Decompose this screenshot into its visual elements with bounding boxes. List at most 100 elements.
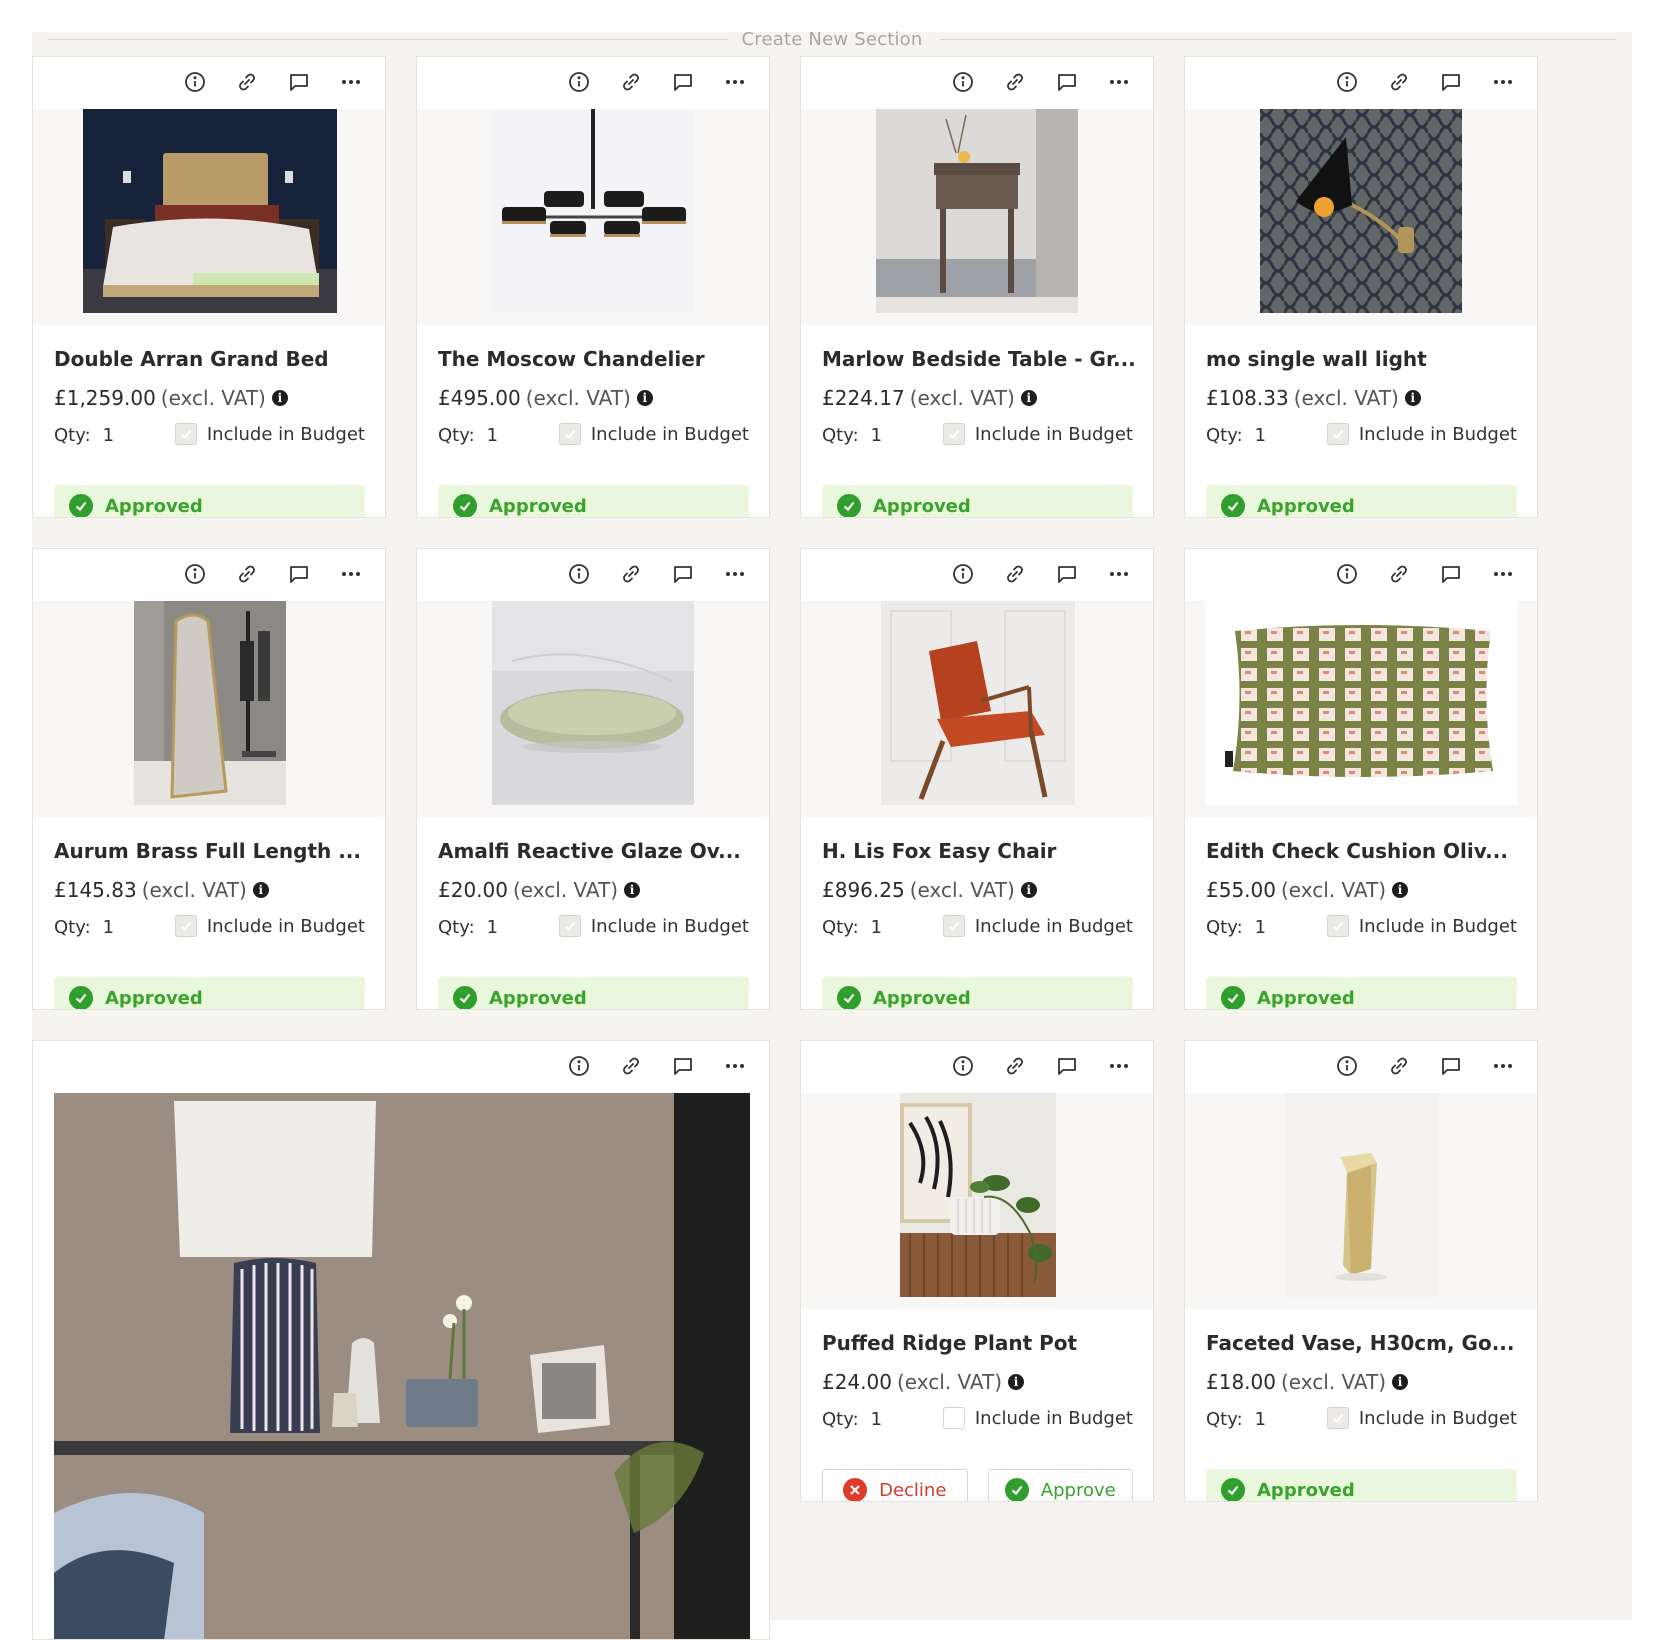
product-image-cushion[interactable]: [1185, 601, 1537, 817]
include-in-budget-checkbox[interactable]: [942, 423, 965, 445]
product-title[interactable]: Double Arran Grand Bed: [54, 347, 329, 371]
include-in-budget-checkbox[interactable]: [1326, 423, 1349, 445]
product-title[interactable]: Marlow Bedside Table - Gr...: [822, 347, 1136, 371]
info-icon[interactable]: [947, 66, 979, 98]
more-icon[interactable]: [719, 66, 751, 98]
product-image-plant-pot[interactable]: [801, 1093, 1153, 1309]
vat-info-icon[interactable]: i: [1008, 1374, 1025, 1390]
info-icon[interactable]: [1331, 558, 1363, 590]
approve-button[interactable]: Approve: [987, 1469, 1133, 1501]
product-title[interactable]: The Moscow Chandelier: [438, 347, 705, 371]
product-image-chair[interactable]: [801, 601, 1153, 817]
product-card[interactable]: Marlow Bedside Table - Gr... £224.17 (exc…: [800, 56, 1154, 518]
product-image-wall-light[interactable]: [1185, 109, 1537, 325]
link-icon[interactable]: [999, 66, 1031, 98]
comment-icon[interactable]: [1051, 1050, 1083, 1082]
include-in-budget-checkbox[interactable]: [1326, 1407, 1349, 1429]
vat-info-icon[interactable]: i: [1392, 1374, 1409, 1390]
vat-info-icon[interactable]: i: [252, 882, 269, 898]
comment-icon[interactable]: [667, 558, 699, 590]
product-image-bed[interactable]: [33, 109, 385, 325]
more-icon[interactable]: [1487, 1050, 1519, 1082]
product-card[interactable]: The Moscow Chandelier £495.00 (excl. VAT)…: [416, 56, 770, 518]
info-icon[interactable]: [179, 558, 211, 590]
link-icon[interactable]: [615, 1050, 647, 1082]
info-icon[interactable]: [179, 66, 211, 98]
link-icon[interactable]: [1383, 1050, 1415, 1082]
include-in-budget-checkbox[interactable]: [558, 915, 581, 937]
link-icon[interactable]: [231, 558, 263, 590]
comment-icon[interactable]: [1435, 558, 1467, 590]
qty-value[interactable]: 1: [487, 917, 498, 938]
include-in-budget[interactable]: Include in Budget: [942, 1407, 1133, 1429]
qty-value[interactable]: 1: [1255, 425, 1266, 446]
link-icon[interactable]: [1383, 558, 1415, 590]
product-card[interactable]: mo single wall light £108.33 (excl. VAT) i…: [1184, 56, 1538, 518]
image-card[interactable]: [32, 1040, 770, 1640]
include-in-budget[interactable]: Include in Budget: [558, 423, 749, 445]
product-card[interactable]: H. Lis Fox Easy Chair £896.25 (excl. VAT)…: [800, 548, 1154, 1010]
comment-icon[interactable]: [1051, 66, 1083, 98]
product-image-mirror[interactable]: [33, 601, 385, 817]
vat-info-icon[interactable]: i: [624, 882, 641, 898]
product-title[interactable]: Amalfi Reactive Glaze Ov...: [438, 839, 741, 863]
link-icon[interactable]: [615, 558, 647, 590]
include-in-budget[interactable]: Include in Budget: [1326, 1407, 1517, 1429]
qty-value[interactable]: 1: [487, 425, 498, 446]
qty-value[interactable]: 1: [103, 917, 114, 938]
vat-info-icon[interactable]: i: [1020, 390, 1037, 406]
more-icon[interactable]: [1487, 66, 1519, 98]
link-icon[interactable]: [999, 558, 1031, 590]
product-card[interactable]: Double Arran Grand Bed £1,259.00 (excl. V…: [32, 56, 386, 518]
comment-icon[interactable]: [283, 66, 315, 98]
include-in-budget[interactable]: Include in Budget: [174, 423, 365, 445]
qty-value[interactable]: 1: [103, 425, 114, 446]
link-icon[interactable]: [999, 1050, 1031, 1082]
more-icon[interactable]: [719, 1050, 751, 1082]
decline-button[interactable]: Decline: [822, 1469, 968, 1501]
comment-icon[interactable]: [283, 558, 315, 590]
include-in-budget-checkbox[interactable]: [558, 423, 581, 445]
product-title[interactable]: Puffed Ridge Plant Pot: [822, 1331, 1077, 1355]
product-title[interactable]: Faceted Vase, H30cm, Go...: [1206, 1331, 1515, 1355]
qty-value[interactable]: 1: [871, 1409, 882, 1430]
include-in-budget-checkbox[interactable]: [174, 915, 197, 937]
link-icon[interactable]: [1383, 66, 1415, 98]
product-title[interactable]: Aurum Brass Full Length ...: [54, 839, 361, 863]
info-icon[interactable]: [1331, 1050, 1363, 1082]
product-card[interactable]: Amalfi Reactive Glaze Ov... £20.00 (excl.…: [416, 548, 770, 1010]
qty-value[interactable]: 1: [1255, 1409, 1266, 1430]
include-in-budget[interactable]: Include in Budget: [942, 423, 1133, 445]
product-image-vase[interactable]: [1185, 1093, 1537, 1309]
more-icon[interactable]: [335, 558, 367, 590]
create-new-section[interactable]: Create New Section: [32, 29, 1632, 56]
comment-icon[interactable]: [667, 66, 699, 98]
info-icon[interactable]: [563, 1050, 595, 1082]
product-card[interactable]: Puffed Ridge Plant Pot £24.00 (excl. VAT)…: [800, 1040, 1154, 1502]
more-icon[interactable]: [1103, 66, 1135, 98]
link-icon[interactable]: [231, 66, 263, 98]
comment-icon[interactable]: [1435, 66, 1467, 98]
more-icon[interactable]: [719, 558, 751, 590]
product-title[interactable]: H. Lis Fox Easy Chair: [822, 839, 1056, 863]
include-in-budget-checkbox[interactable]: [174, 423, 197, 445]
product-image-dish[interactable]: [417, 601, 769, 817]
link-icon[interactable]: [615, 66, 647, 98]
vat-info-icon[interactable]: i: [1404, 390, 1421, 406]
info-icon[interactable]: [947, 558, 979, 590]
include-in-budget[interactable]: Include in Budget: [558, 915, 749, 937]
more-icon[interactable]: [1103, 558, 1135, 590]
lamp-scene-image[interactable]: [54, 1093, 750, 1639]
comment-icon[interactable]: [667, 1050, 699, 1082]
product-image-bedside-table[interactable]: [801, 109, 1153, 325]
include-in-budget-checkbox[interactable]: [942, 915, 965, 937]
include-in-budget-checkbox[interactable]: [1326, 915, 1349, 937]
info-icon[interactable]: [563, 558, 595, 590]
vat-info-icon[interactable]: i: [271, 390, 288, 406]
include-in-budget[interactable]: Include in Budget: [174, 915, 365, 937]
qty-value[interactable]: 1: [1255, 917, 1266, 938]
more-icon[interactable]: [1487, 558, 1519, 590]
comment-icon[interactable]: [1051, 558, 1083, 590]
product-card[interactable]: Edith Check Cushion Oliv... £55.00 (excl.…: [1184, 548, 1538, 1010]
info-icon[interactable]: [947, 1050, 979, 1082]
